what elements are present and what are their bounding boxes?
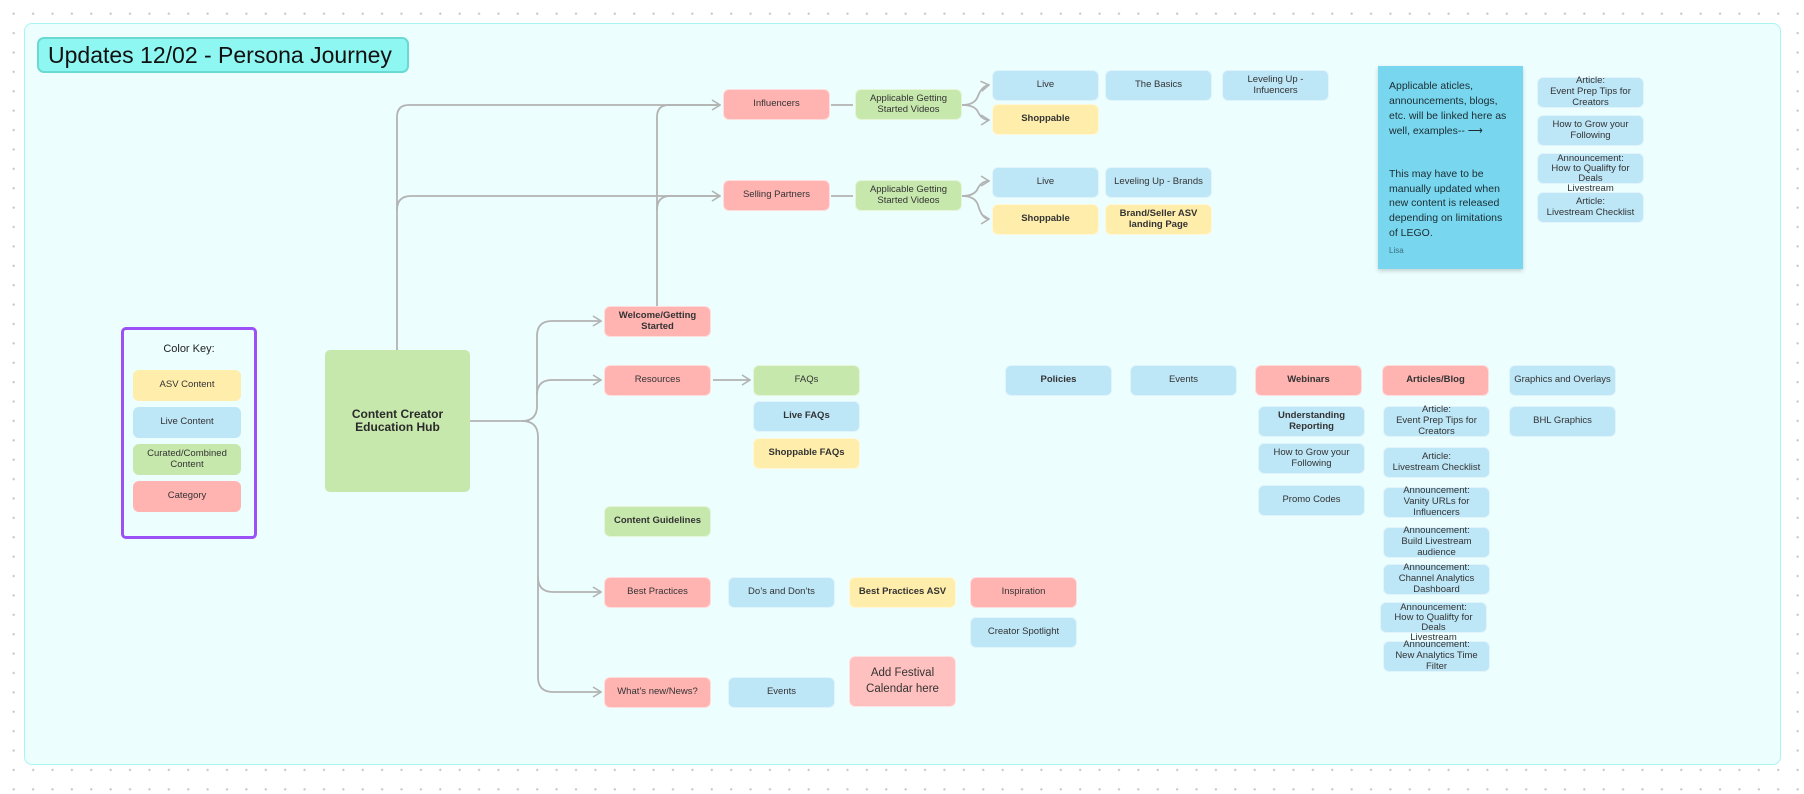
- article-item[interactable]: Article: Livestream Checklist: [1383, 447, 1490, 478]
- key-asv-content: ASV Content: [133, 370, 241, 401]
- webinar-item[interactable]: Understanding Reporting: [1258, 406, 1365, 437]
- article-item[interactable]: Announcement: Vanity URLs for Influencer…: [1383, 485, 1490, 518]
- node-selling-partners-live[interactable]: Live: [992, 167, 1099, 198]
- board-title[interactable]: Updates 12/02 - Persona Journey: [37, 37, 409, 73]
- node-selling-partners[interactable]: Selling Partners: [723, 180, 830, 211]
- node-whats-new-events[interactable]: Events: [728, 677, 835, 708]
- node-resources[interactable]: Resources: [604, 365, 711, 396]
- node-articles-blog[interactable]: Articles/Blog: [1382, 365, 1489, 396]
- node-influencers-shoppable[interactable]: Shoppable: [992, 104, 1099, 135]
- note-author: Lisa: [1389, 245, 1404, 255]
- node-content-guidelines[interactable]: Content Guidelines: [604, 506, 711, 537]
- node-events[interactable]: Events: [1130, 365, 1237, 396]
- node-dos-and-donts[interactable]: Do’s and Don’ts: [728, 577, 835, 608]
- node-add-festival-calendar[interactable]: Add Festival Calendar here: [849, 656, 956, 707]
- article-item[interactable]: Announcement: How to Qualifty for Deals …: [1380, 602, 1487, 642]
- node-graphics-and-overlays[interactable]: Graphics and Overlays: [1509, 365, 1616, 396]
- webinar-item[interactable]: How to Grow your Following: [1258, 443, 1365, 474]
- article-item[interactable]: Announcement: Channel Analytics Dashboar…: [1383, 562, 1490, 595]
- node-best-practices-asv[interactable]: Best Practices ASV: [849, 577, 956, 608]
- node-welcome-getting-started[interactable]: Welcome/Getting Started: [604, 306, 711, 337]
- hub-content-creator-education[interactable]: Content Creator Education Hub: [325, 350, 470, 492]
- node-leveling-up-brands[interactable]: Leveling Up - Brands: [1105, 167, 1212, 198]
- note-paragraph-2: This may have to be manually updated whe…: [1389, 167, 1503, 240]
- node-creator-spotlight[interactable]: Creator Spotlight: [970, 617, 1077, 648]
- key-live-content: Live Content: [133, 407, 241, 438]
- sticky-note[interactable]: Applicable aticles, announcements, blogs…: [1378, 66, 1523, 269]
- node-the-basics[interactable]: The Basics: [1105, 70, 1212, 101]
- node-brand-seller-asv-landing[interactable]: Brand/Seller ASV landing Page: [1105, 204, 1212, 235]
- color-key-title: Color Key:: [163, 343, 215, 355]
- note-paragraph-1: Applicable aticles, announcements, blogs…: [1389, 80, 1507, 137]
- node-policies[interactable]: Policies: [1005, 365, 1112, 396]
- node-influencers-live[interactable]: Live: [992, 70, 1099, 101]
- node-live-faqs[interactable]: Live FAQs: [753, 401, 860, 432]
- note-example-item[interactable]: How to Grow your Following: [1537, 115, 1644, 146]
- node-faqs[interactable]: FAQs: [753, 365, 860, 396]
- node-influencers[interactable]: Influencers: [723, 89, 830, 120]
- key-curated-content: Curated/Combined Content: [133, 444, 241, 475]
- node-leveling-up-influencers[interactable]: Leveling Up - Infuencers: [1222, 70, 1329, 101]
- color-key-frame: Color Key: ASV Content Live Content Cura…: [121, 327, 257, 539]
- note-example-item[interactable]: Article: Event Prep Tips for Creators: [1537, 75, 1644, 108]
- node-inspiration[interactable]: Inspiration: [970, 577, 1077, 608]
- node-influencers-videos[interactable]: Applicable Getting Started Videos: [855, 89, 962, 120]
- note-example-item[interactable]: Article: Livestream Checklist: [1537, 192, 1644, 223]
- node-whats-new[interactable]: What’s new/News?: [604, 677, 711, 708]
- node-selling-partners-shoppable[interactable]: Shoppable: [992, 204, 1099, 235]
- node-best-practices[interactable]: Best Practices: [604, 577, 711, 608]
- node-selling-partners-videos[interactable]: Applicable Getting Started Videos: [855, 180, 962, 211]
- note-example-item[interactable]: Announcement: How to Qualifty for Deals …: [1537, 153, 1644, 193]
- key-category: Category: [133, 481, 241, 512]
- webinar-item[interactable]: Promo Codes: [1258, 485, 1365, 516]
- node-shoppable-faqs[interactable]: Shoppable FAQs: [753, 438, 860, 469]
- node-bhl-graphics[interactable]: BHL Graphics: [1509, 406, 1616, 437]
- article-item[interactable]: Announcement: New Analytics Time Filter: [1383, 639, 1490, 672]
- node-webinars[interactable]: Webinars: [1255, 365, 1362, 396]
- article-item[interactable]: Announcement: Build Livestream audience: [1383, 525, 1490, 558]
- article-item[interactable]: Article: Event Prep Tips for Creators: [1383, 404, 1490, 437]
